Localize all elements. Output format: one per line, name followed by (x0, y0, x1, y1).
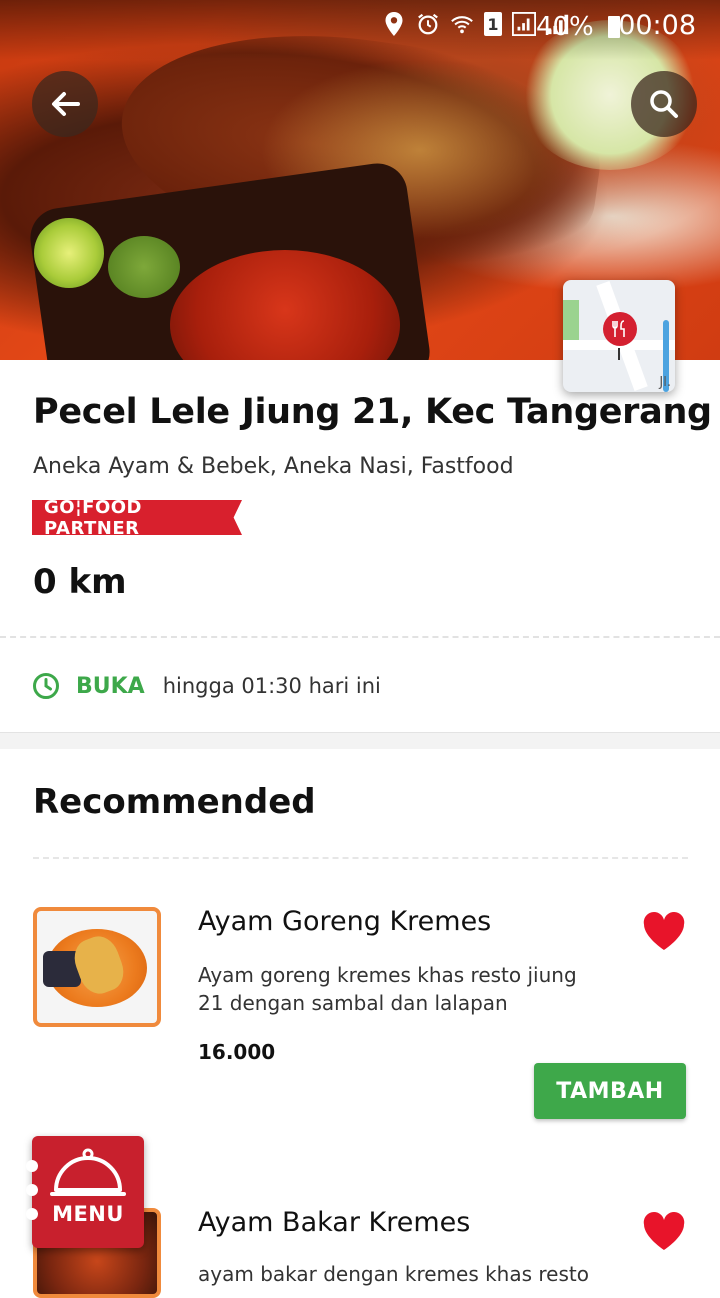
menu-item-description: ayam bakar dengan kremes khas resto (198, 1262, 589, 1286)
menu-item-name: Ayam Goreng Kremes (198, 906, 492, 937)
menu-item-price: 16.000 (198, 1040, 276, 1064)
opening-hours: BUKA hingga 01:30 hari ini (32, 668, 381, 704)
restaurant-categories: Aneka Ayam & Bebek, Aneka Nasi, Fastfood (33, 454, 514, 479)
battery-level: 40% (536, 12, 620, 42)
search-icon (650, 90, 678, 118)
status-bar: 1 40% 00:08 (0, 0, 720, 50)
clock-icon (33, 673, 59, 699)
map-street-label: Jl. (659, 375, 671, 390)
add-to-cart-button[interactable]: TAMBAH (534, 1063, 686, 1119)
restaurant-distance: 0 km (33, 562, 127, 602)
clock-time: 00:08 (618, 10, 696, 41)
gofood-partner-badge: GO¦FOOD PARTNER (32, 500, 242, 535)
menu-item-name: Ayam Bakar Kremes (198, 1207, 471, 1238)
favorite-heart-icon[interactable] (642, 912, 686, 952)
signal-icon (512, 12, 536, 36)
open-status: BUKA (76, 673, 145, 699)
back-button[interactable] (32, 71, 98, 137)
divider (33, 857, 688, 859)
sim-icon: 1 (484, 12, 502, 36)
map-thumbnail[interactable]: Jl. (563, 280, 675, 392)
menu-item-image[interactable] (33, 907, 161, 1027)
restaurant-name: Pecel Lele Jiung 21, Kec Tangerang (33, 392, 712, 432)
menu-button[interactable]: MENU (26, 1136, 144, 1248)
menu-button-label: MENU (52, 1202, 124, 1226)
restaurant-pin-icon (603, 312, 637, 346)
section-title: Recommended (33, 782, 316, 822)
divider (0, 636, 720, 638)
menu-item-description: Ayam goreng kremes khas resto jiung 21 d… (198, 963, 577, 1015)
wifi-icon (450, 12, 474, 36)
favorite-heart-icon[interactable] (642, 1212, 686, 1252)
cloche-icon (50, 1148, 126, 1196)
arrow-left-icon (52, 92, 80, 116)
alarm-icon (416, 12, 440, 36)
search-button[interactable] (631, 71, 697, 137)
section-separator (0, 732, 720, 749)
hours-text: hingga 01:30 hari ini (162, 674, 381, 698)
location-icon (382, 12, 406, 36)
